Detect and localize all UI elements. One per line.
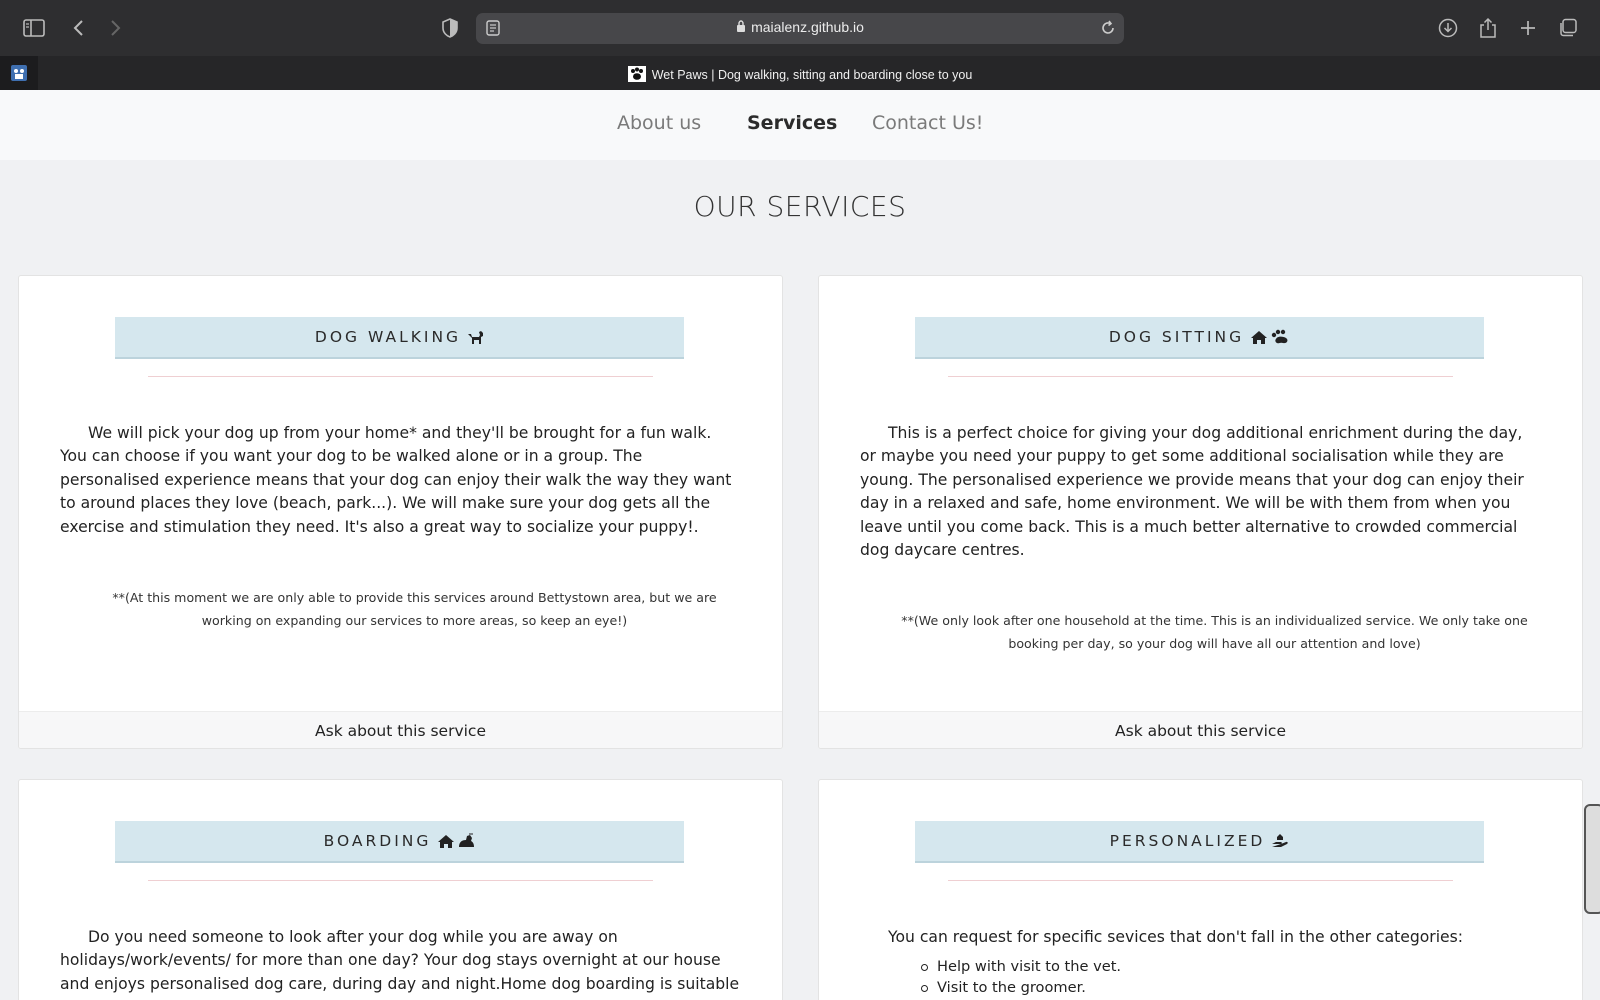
card-description: This is a perfect choice for giving your… [860,424,1524,560]
nav-about-us[interactable]: About us [617,112,701,134]
back-icon[interactable] [64,14,92,42]
forward-icon[interactable] [102,14,130,42]
lock-icon [736,20,746,36]
ask-about-service-button[interactable]: Ask about this service [19,711,782,748]
service-card-dog-sitting: DOG SITTING This is a perfect choice for… [818,275,1583,749]
card-header: BOARDING [115,821,684,863]
list-item: Help with visit to the vet. [920,958,1122,975]
share-icon[interactable] [1474,14,1502,42]
sleeping-dog-icon [459,833,475,847]
nav-contact-us[interactable]: Contact Us! [872,112,983,134]
browser-chrome: maialenz.github.io Wet Paws | Dog walkin… [0,0,1600,90]
card-header-label: PERSONALIZED [1109,832,1266,850]
downloads-icon[interactable] [1434,14,1462,42]
service-card-dog-walking: DOG WALKING We will pick your dog up fro… [18,275,783,749]
card-header: DOG WALKING [115,317,684,359]
divider [148,376,653,377]
card-header-label: DOG SITTING [1108,328,1245,346]
dog-icon [468,330,484,344]
divider [948,376,1453,377]
sidebar-toggle-icon[interactable] [20,14,48,42]
divider [948,880,1453,881]
reload-icon[interactable] [1100,20,1116,40]
service-card-boarding: BOARDING Do you need someone to look aft… [18,779,783,1000]
card-description: Do you need someone to look after your d… [60,928,740,993]
ask-about-service-button[interactable]: Ask about this service [819,711,1582,748]
floating-preview-widget[interactable] [1584,804,1600,914]
paw-favicon-icon [627,66,646,85]
tab-title-text: Wet Paws | Dog walking, sitting and boar… [651,68,973,82]
service-list: Help with visit to the vet. Visit to the… [920,956,1122,998]
house-icon [1251,330,1268,344]
site-navbar: About us Services Contact Us! [0,90,1600,160]
hand-holding-icon [1272,834,1289,847]
card-header-label: DOG WALKING [314,328,462,346]
paw-icon [1271,329,1288,344]
tab-overview-icon[interactable] [1554,14,1582,42]
new-tab-icon[interactable] [1514,14,1542,42]
active-tab[interactable]: Wet Paws | Dog walking, sitting and boar… [0,66,1600,85]
divider [148,880,653,881]
service-card-personalized: PERSONALIZED You can request for specifi… [818,779,1583,1000]
card-description: We will pick your dog up from your home*… [60,424,732,536]
card-header: DOG SITTING [915,317,1484,359]
nav-services[interactable]: Services [747,112,837,134]
card-header: PERSONALIZED [915,821,1484,863]
card-note: **(We only look after one household at t… [901,613,1528,651]
card-header-label: BOARDING [323,832,432,850]
page-title: OUR SERVICES [693,190,907,223]
address-bar[interactable]: maialenz.github.io [476,13,1124,44]
card-description: You can request for specific sevices tha… [888,928,1464,946]
url-text: maialenz.github.io [751,19,864,35]
card-note: **(At this moment we are only able to pr… [112,590,717,628]
list-item: Visit to the groomer. [920,977,1121,998]
privacy-shield-icon[interactable] [436,14,464,42]
house-icon [438,834,455,848]
url-display[interactable]: maialenz.github.io [476,19,1124,36]
browser-toolbar: maialenz.github.io [0,0,1600,56]
